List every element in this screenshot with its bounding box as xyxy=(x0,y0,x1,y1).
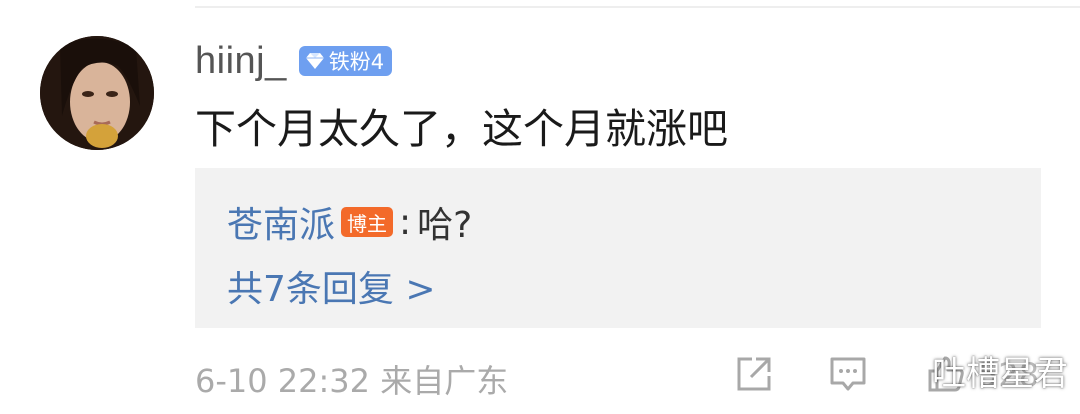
comment-meta: 6-10 22:32 来自广东 xyxy=(195,356,508,402)
diamond-icon xyxy=(305,52,325,70)
comment-text: 下个月太久了，这个月就涨吧 xyxy=(195,105,728,153)
username[interactable]: hiinj_ xyxy=(195,40,287,83)
reply-line: 苍南派 博主 : 哈? xyxy=(227,196,472,248)
comment-icon[interactable] xyxy=(828,354,868,394)
reply-content: 哈? xyxy=(417,205,473,246)
timestamp: 6-10 22:32 xyxy=(195,362,371,400)
comment-header: hiinj_ 铁粉4 xyxy=(195,38,393,84)
reply-separator: : xyxy=(399,201,412,243)
reply-author[interactable]: 苍南派 xyxy=(227,196,335,248)
top-divider xyxy=(195,6,1080,8)
avatar[interactable] xyxy=(40,36,154,150)
watermark: 吐槽星君 xyxy=(880,346,1068,395)
blogger-badge: 博主 xyxy=(341,207,394,237)
fan-badge-label: 铁粉4 xyxy=(328,50,385,74)
avatar-image xyxy=(40,36,154,150)
view-replies-link[interactable]: 共7条回复 > xyxy=(227,260,436,312)
location-source: 来自广东 xyxy=(380,362,509,400)
watermark-text: 吐槽星君 xyxy=(932,354,1068,394)
reply-preview[interactable]: 苍南派 博主 : 哈? 共7条回复 > xyxy=(195,168,1041,328)
share-icon[interactable] xyxy=(734,354,774,394)
fan-badge[interactable]: 铁粉4 xyxy=(298,46,393,76)
wechat-icon xyxy=(880,352,924,390)
